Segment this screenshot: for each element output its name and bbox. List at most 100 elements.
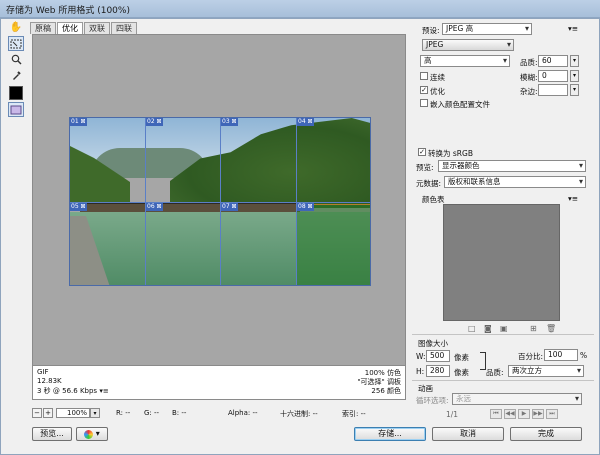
browser-select-button[interactable]: ▾ xyxy=(76,427,108,441)
download-speed-menu-icon[interactable]: ▾≡ xyxy=(99,387,108,395)
info-size: 12.83K xyxy=(37,377,62,385)
optimized-checkbox[interactable]: ✓ xyxy=(420,86,428,94)
slice-line xyxy=(70,202,370,203)
tab-optimized[interactable]: 优化 xyxy=(57,22,83,34)
loop-options-select[interactable]: 永远 xyxy=(452,393,582,405)
eyedropper-color-swatch[interactable] xyxy=(9,86,23,100)
color-table[interactable] xyxy=(443,204,560,321)
delete-color-icon[interactable]: 🗑 xyxy=(546,324,556,333)
last-frame-icon[interactable]: ⏭ xyxy=(546,409,558,419)
info-format: GIF xyxy=(37,368,49,376)
preview-in-browser-button[interactable]: 预览... xyxy=(32,427,72,441)
tab-original[interactable]: 原稿 xyxy=(30,22,56,34)
new-color-icon[interactable]: ⊞ xyxy=(530,324,537,333)
quality-stepper[interactable]: ▾ xyxy=(570,55,579,67)
info-download-time: 3 秒 @ 56.6 Kbps ▾≡ xyxy=(37,387,109,395)
preview-canvas[interactable]: 01 ⊠ 02 ⊠ 03 ⊠ 04 ⊠ 05 ⊠ 06 ⊠ 07 ⊠ 08 ⊠ xyxy=(32,34,406,366)
window-title: 存储为 Web 所用格式 (100%) xyxy=(6,6,130,16)
blur-label: 模糊: xyxy=(520,73,538,82)
eyedropper-tool-icon[interactable] xyxy=(8,68,24,83)
matte-label: 杂边: xyxy=(520,87,538,96)
preview-mode-label: 预览: xyxy=(416,163,434,172)
width-unit: 像素 xyxy=(454,353,469,362)
status-hex: 十六进制: -- xyxy=(280,410,318,418)
optimized-label: 优化 xyxy=(430,87,445,96)
convert-srgb-checkbox[interactable]: ✓ xyxy=(418,148,426,156)
color-table-label: 颜色表 xyxy=(422,195,445,204)
compression-quality-select[interactable]: 高 xyxy=(420,55,510,67)
previous-frame-icon[interactable]: ◀◀ xyxy=(504,409,516,419)
progressive-checkbox[interactable] xyxy=(420,72,428,80)
preview-mode-select[interactable]: 显示器颜色 xyxy=(438,160,586,172)
info-colors: 256 颜色 xyxy=(371,387,401,395)
zoom-out-button[interactable]: − xyxy=(32,408,42,418)
percent-unit: % xyxy=(580,351,588,360)
quality-label: 品质: xyxy=(520,58,538,67)
divider xyxy=(412,380,594,381)
zoom-dropdown-icon[interactable]: ▾ xyxy=(90,408,100,418)
matte-stepper[interactable]: ▾ xyxy=(570,84,579,96)
embed-profile-label: 嵌入颜色配置文件 xyxy=(430,100,490,109)
zoom-tool-icon[interactable] xyxy=(8,52,24,67)
height-unit: 像素 xyxy=(454,368,469,377)
progressive-label: 连续 xyxy=(430,73,445,82)
lock-color-icon[interactable]: ▣ xyxy=(500,324,508,333)
map-color-icon[interactable]: □ xyxy=(468,324,476,333)
status-green: G: -- xyxy=(144,409,160,417)
format-select[interactable]: JPEG xyxy=(422,39,514,51)
view-tabs: 原稿 优化 双联 四联 xyxy=(30,22,138,34)
tab-2-up[interactable]: 双联 xyxy=(84,22,110,34)
status-blue: B: -- xyxy=(172,409,187,417)
image-size-title: 图像大小 xyxy=(418,339,448,348)
resample-quality-label: 品质: xyxy=(486,368,504,377)
preset-select[interactable]: JPEG 高 xyxy=(442,23,532,35)
resample-quality-select[interactable]: 两次立方 xyxy=(508,365,584,377)
slice-label[interactable]: 08 ⊠ xyxy=(297,203,314,211)
browser-icon xyxy=(84,429,94,439)
zoom-in-button[interactable]: + xyxy=(43,408,53,418)
status-alpha: Alpha: -- xyxy=(228,409,258,417)
blur-field[interactable]: 0 xyxy=(538,70,568,82)
web-snap-icon[interactable]: ◙ xyxy=(484,324,492,333)
frame-counter: 1/1 xyxy=(446,410,459,419)
window-titlebar: 存储为 Web 所用格式 (100%) xyxy=(0,0,600,18)
slice-label[interactable]: 05 ⊠ xyxy=(70,203,87,211)
status-bar: − + 100% ▾ R: -- G: -- B: -- Alpha: -- 十… xyxy=(32,408,406,420)
image-covered-bridge xyxy=(80,202,300,212)
convert-srgb-label: 转换为 sRGB xyxy=(428,149,473,158)
slice-label[interactable]: 03 ⊠ xyxy=(221,118,238,126)
animation-title: 动画 xyxy=(418,384,433,393)
slice-label[interactable]: 04 ⊠ xyxy=(297,118,314,126)
slice-label[interactable]: 07 ⊠ xyxy=(221,203,238,211)
embed-profile-checkbox[interactable] xyxy=(420,99,428,107)
tool-strip: ✋ xyxy=(6,20,26,117)
panel-menu-icon[interactable]: ▾≡ xyxy=(568,24,578,33)
chevron-down-icon: ▾ xyxy=(95,429,100,438)
toggle-slices-visibility-icon[interactable] xyxy=(8,102,24,117)
zoom-level-field[interactable]: 100% xyxy=(56,408,90,418)
tab-4-up[interactable]: 四联 xyxy=(111,22,137,34)
blur-stepper[interactable]: ▾ xyxy=(570,70,579,82)
play-icon[interactable]: ▶ xyxy=(518,409,530,419)
optimize-settings-panel: 预设: JPEG 高 ▾≡ JPEG 高 品质: 60 ▾ 连续 模糊: 0 ▾… xyxy=(412,22,594,434)
metadata-select[interactable]: 版权和联系信息 xyxy=(444,176,586,188)
loop-options-label: 循环选项: xyxy=(416,396,449,405)
slice-select-tool-icon[interactable] xyxy=(8,36,24,51)
hand-tool-icon[interactable]: ✋ xyxy=(8,20,24,35)
percent-field[interactable]: 100 xyxy=(544,349,578,361)
preview-image[interactable]: 01 ⊠ 02 ⊠ 03 ⊠ 04 ⊠ 05 ⊠ 06 ⊠ 07 ⊠ 08 ⊠ xyxy=(69,117,371,286)
metadata-label: 元数据: xyxy=(416,179,442,188)
optimization-info: GIF 12.83K 3 秒 @ 56.6 Kbps ▾≡ 100% 仿色 "可… xyxy=(32,366,406,400)
percent-label: 百分比: xyxy=(518,352,544,361)
height-field[interactable]: 280 xyxy=(426,365,450,377)
width-field[interactable]: 500 xyxy=(426,350,450,362)
slice-label[interactable]: 01 ⊠ xyxy=(70,118,87,126)
color-table-menu-icon[interactable]: ▾≡ xyxy=(568,194,578,203)
next-frame-icon[interactable]: ▶▶ xyxy=(532,409,544,419)
slice-label[interactable]: 02 ⊠ xyxy=(146,118,163,126)
first-frame-icon[interactable]: ⏮ xyxy=(490,409,502,419)
slice-label[interactable]: 06 ⊠ xyxy=(146,203,163,211)
preset-label: 预设: xyxy=(422,26,440,35)
quality-field[interactable]: 60 xyxy=(538,55,568,67)
matte-field[interactable] xyxy=(538,84,568,96)
